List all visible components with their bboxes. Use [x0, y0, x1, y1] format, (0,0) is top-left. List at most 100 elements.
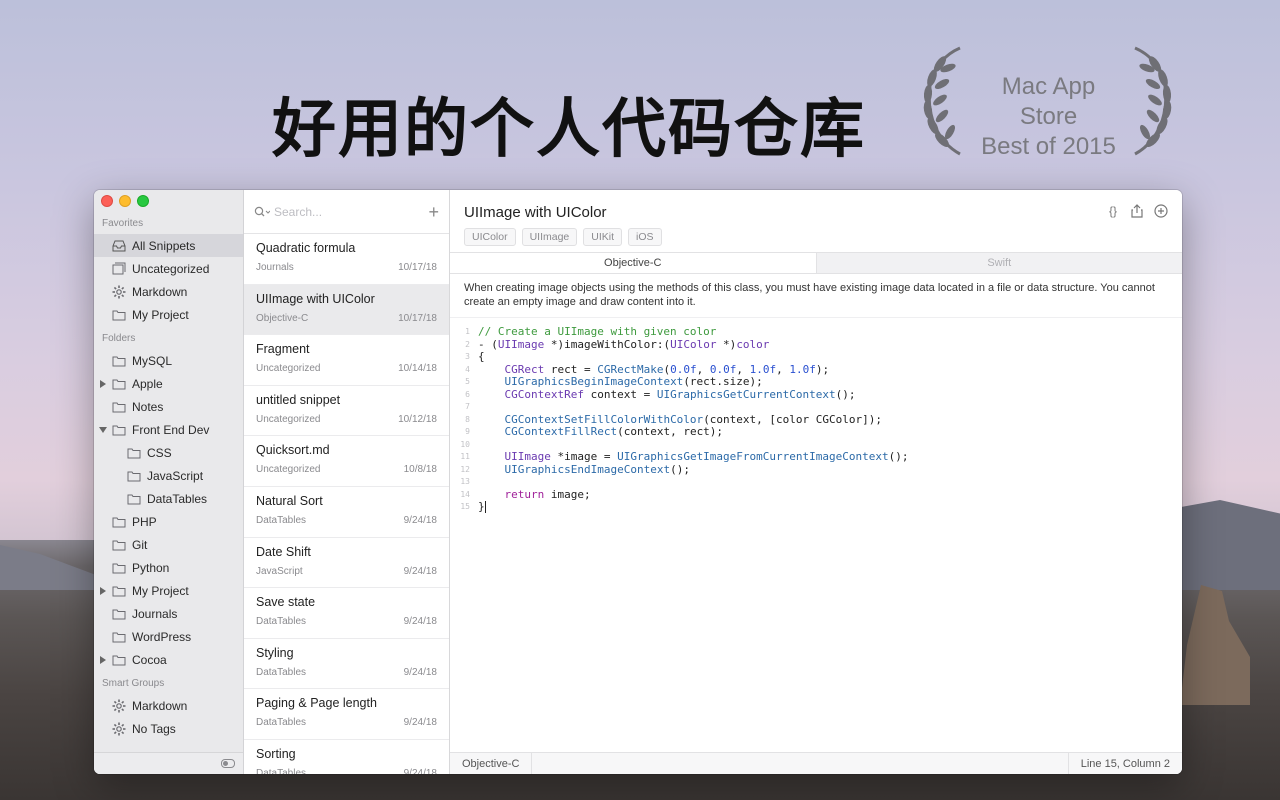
snippet-list-item[interactable]: Paging & Page length DataTables 9/24/18 [244, 689, 449, 740]
snippet-list: + Quadratic formulaJournals10/17/18UIIma… [244, 190, 450, 774]
disclosure-right-icon[interactable] [100, 587, 106, 595]
code-token: (); [835, 387, 856, 401]
braces-icon[interactable]: {} [1106, 204, 1120, 218]
line-number: 13 [460, 477, 470, 486]
code-token: (); [670, 462, 690, 476]
sidebar-toggle-icon[interactable] [221, 759, 235, 768]
sidebar-folder-python[interactable]: Python [94, 556, 243, 579]
code-token: UIGraphicsBeginImageContext [504, 375, 684, 388]
sidebar-folder-my-project[interactable]: My Project [94, 579, 243, 602]
code-token: UIGraphicsGetCurrentContext [656, 387, 836, 401]
sidebar-folder-front-end-dev[interactable]: Front End Dev [94, 418, 243, 441]
tab-objective-c[interactable]: Objective-C [450, 253, 816, 273]
sidebar-folder-notes[interactable]: Notes [94, 395, 243, 418]
snippet-list-item[interactable]: Quicksort.md Uncategorized 10/8/18 [244, 436, 449, 487]
folder-icon [112, 584, 126, 598]
snippet-title[interactable]: UIImage with UIColor [464, 204, 1168, 221]
code-token: return [504, 487, 545, 501]
snippet-list-item[interactable]: Save state DataTables 9/24/18 [244, 588, 449, 639]
sidebar-folder-mysql[interactable]: MySQL [94, 349, 243, 372]
tag-badge[interactable]: UIKit [583, 228, 623, 246]
minimize-window-button[interactable] [119, 195, 131, 207]
snippet-item-meta: Objective-C 10/17/18 [256, 313, 437, 324]
sidebar-folder-css[interactable]: CSS [94, 441, 243, 464]
snippet-list-item[interactable]: Fragment Uncategorized 10/14/18 [244, 335, 449, 386]
code-token: UIImage [504, 450, 551, 463]
line-number: 7 [465, 402, 470, 411]
snippet-item-folder: DataTables [256, 616, 307, 628]
add-snippet-button[interactable]: + [428, 203, 439, 221]
snippet-list-item[interactable]: Natural Sort DataTables 9/24/18 [244, 487, 449, 538]
line-number: 15 [460, 502, 470, 511]
code-token: 1.0f [749, 362, 777, 376]
folder-icon [112, 400, 126, 414]
disclosure-right-icon[interactable] [100, 380, 106, 388]
sidebar-item-all-snippets[interactable]: All Snippets [94, 234, 243, 257]
sidebar-item-label: MySQL [132, 353, 173, 368]
snippet-item-date: 9/24/18 [403, 666, 437, 678]
disclosure-right-icon[interactable] [100, 656, 106, 664]
code-token: CGContextRef [504, 387, 584, 401]
share-icon[interactable] [1130, 204, 1144, 218]
disclosure-down-icon[interactable] [99, 427, 107, 433]
add-circle-icon[interactable] [1154, 204, 1168, 218]
code-token: , [776, 362, 790, 376]
code-token: color [736, 337, 770, 351]
status-language[interactable]: Objective-C [450, 753, 533, 774]
sidebar-item-label: Uncategorized [132, 261, 210, 276]
close-window-button[interactable] [101, 195, 113, 207]
snippet-description[interactable]: When creating image objects using the me… [450, 274, 1182, 318]
code-token: 1.0f [789, 362, 816, 376]
sidebar-section-folders: Folders [102, 333, 136, 344]
tag-badge[interactable]: iOS [628, 228, 662, 246]
search-input[interactable] [274, 204, 414, 219]
snippet-item-folder: DataTables [256, 514, 307, 526]
search-icon[interactable] [254, 206, 270, 218]
sidebar-folder-git[interactable]: Git [94, 533, 243, 556]
line-number: 14 [460, 489, 470, 499]
gear-icon [112, 722, 126, 736]
sidebar-item-label: WordPress [132, 629, 192, 644]
status-cursor-position: Line 15, Column 2 [1067, 753, 1182, 774]
snippet-item-folder: Uncategorized [256, 464, 321, 476]
sidebar-folder-datatables[interactable]: DataTables [94, 487, 243, 510]
sidebar-item-my-project[interactable]: My Project [94, 303, 243, 326]
sidebar-folder-javascript[interactable]: JavaScript [94, 464, 243, 487]
sidebar-folder-journals[interactable]: Journals [94, 602, 243, 625]
sidebar-smart-no-tags[interactable]: No Tags [94, 717, 243, 740]
sidebar-item-markdown[interactable]: Markdown [94, 280, 243, 303]
code-token: *) [716, 337, 737, 351]
sidebar-folder-php[interactable]: PHP [94, 510, 243, 533]
snippet-list-item[interactable]: untitled snippet Uncategorized 10/12/18 [244, 386, 449, 437]
sidebar-folder-apple[interactable]: Apple [94, 372, 243, 395]
snippet-item-title: Fragment [256, 342, 310, 357]
text-cursor [484, 501, 486, 513]
code-token: (); [888, 450, 909, 463]
code-editor[interactable]: 1 // Create a UIImage with given color 2 - … [450, 318, 1182, 514]
snippet-list-item[interactable]: Styling DataTables 9/24/18 [244, 639, 449, 690]
code-token: (context, [color CGColor]); [703, 412, 882, 426]
folder-icon [112, 423, 126, 437]
snippet-list-item[interactable]: Date Shift JavaScript 9/24/18 [244, 538, 449, 589]
zoom-window-button[interactable] [137, 195, 149, 207]
sidebar-folder-wordpress[interactable]: WordPress [94, 625, 243, 648]
snippet-item-folder: Journals [256, 262, 294, 273]
code-token: CGRectMake [597, 362, 664, 376]
code-token: UIColor [670, 337, 717, 351]
tag-badge[interactable]: UIColor [464, 228, 516, 246]
tag-badge[interactable]: UIImage [521, 228, 578, 246]
snippet-item-meta: Uncategorized 10/8/18 [256, 464, 437, 475]
sidebar-item-uncategorized[interactable]: Uncategorized [94, 257, 243, 280]
snippet-list-item[interactable]: UIImage with UIColor Objective-C 10/17/18 [244, 284, 449, 336]
sidebar-folder-cocoa[interactable]: Cocoa [94, 648, 243, 671]
tab-swift[interactable]: Swift [815, 253, 1182, 273]
gear-icon [112, 285, 126, 299]
sidebar-smart-markdown[interactable]: Markdown [94, 694, 243, 717]
snippet-list-item[interactable]: Sorting DataTables 9/24/18 [244, 740, 449, 774]
code-token: } [478, 500, 485, 513]
snippet-list-item[interactable]: Quadratic formula Journals 10/17/18 [244, 234, 449, 285]
sidebar-item-label: Apple [132, 376, 163, 391]
snippet-item-folder: Objective-C [256, 312, 309, 324]
